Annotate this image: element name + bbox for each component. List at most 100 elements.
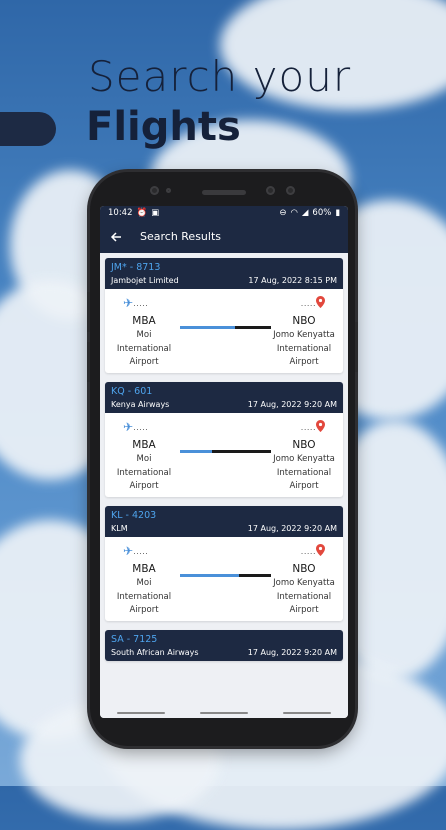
app-bar: Search Results [100,220,348,253]
flight-card-header: SA - 7125 South African Airways 17 Aug, … [105,630,343,661]
nav-home-button[interactable] [199,712,248,714]
nav-back-button[interactable] [282,712,331,714]
alarm-icon: ⏰ [136,208,148,218]
origin-airport-name: International [116,467,172,478]
location-pin-icon [316,543,325,559]
flight-card[interactable]: KL - 4203 KLM 17 Aug, 2022 9:20 AM ✈....… [105,506,343,621]
back-arrow-icon[interactable] [108,229,124,245]
nav-recents-button[interactable] [117,712,166,714]
destination-airport-name: Jomo Kenyatta [273,454,335,464]
destination-code: NBO [292,563,316,575]
battery-icon: ▮ [335,208,340,218]
page-title: Search Results [140,230,222,243]
dots-decoration: ..... [300,422,316,432]
hero-title-line2: Flights [86,104,241,150]
flight-card-header: JM* - 8713 Jambojet Limited 17 Aug, 2022… [105,258,343,289]
destination-airport-name: International [276,343,332,354]
flight-card[interactable]: JM* - 8713 Jambojet Limited 17 Aug, 2022… [105,258,343,373]
origin-code: MBA [132,439,156,451]
flight-card-body: ✈..... MBA Moi International Airport .....… [105,413,343,497]
front-camera-icon [286,186,295,195]
power-button [355,322,358,372]
flight-progress-fill [180,326,235,329]
flight-results-list: JM* - 8713 Jambojet Limited 17 Aug, 2022… [100,253,348,661]
hero-title-line1: Search your [88,52,352,101]
airline-name: South African Airways [111,648,199,657]
origin-airport-name: International [116,343,172,354]
flight-card-body: ✈..... MBA Moi International Airport .....… [105,537,343,621]
phone-top-bezel [90,172,355,206]
airline-name: Jambojet Limited [111,276,179,285]
location-pin-icon [316,419,325,435]
dots-decoration: ..... [133,546,149,556]
flight-code: JM* - 8713 [111,262,161,273]
earpiece-speaker [202,190,246,195]
dots-decoration: ..... [133,298,149,308]
origin-column: ✈..... MBA Moi International Airport [105,537,183,618]
destination-code: NBO [292,315,316,327]
status-bar: 10:42 ⏰ ▣ ⊖ ◠ ◢ 60% ▮ [100,206,348,220]
origin-code: MBA [132,315,156,327]
airline-name: KLM [111,524,128,533]
flight-datetime: 17 Aug, 2022 9:20 AM [247,400,337,409]
battery-percent: 60% [312,208,332,218]
flight-progress-fill [180,574,240,577]
airplane-icon: ✈ [123,544,134,558]
decorative-pill [0,112,56,146]
flight-card-header: KL - 4203 KLM 17 Aug, 2022 9:20 AM [105,506,343,537]
destination-airport-name: Airport [289,605,319,615]
airplane-icon: ✈ [123,420,134,434]
destination-airport-name: International [276,591,332,602]
flight-card-header: KQ - 601 Kenya Airways 17 Aug, 2022 9:20… [105,382,343,413]
volume-button [87,342,90,382]
origin-column: ✈..... MBA Moi International Airport [105,289,183,370]
volume-button [87,292,90,332]
origin-airport-name: Airport [129,481,159,491]
destination-airport-name: Jomo Kenyatta [273,330,335,340]
destination-airport-name: Jomo Kenyatta [273,578,335,588]
flight-datetime: 17 Aug, 2022 9:20 AM [247,648,337,657]
phone-frame: 10:42 ⏰ ▣ ⊖ ◠ ◢ 60% ▮ Search Results JM*… [87,172,358,746]
destination-airport-name: International [276,467,332,478]
location-pin-icon [316,295,325,311]
signal-icon: ◢ [301,208,309,218]
do-not-disturb-icon: ⊖ [279,208,287,218]
dots-decoration: ..... [300,546,316,556]
flight-progress-fill [180,450,212,453]
airplane-icon: ✈ [123,296,134,310]
system-nav-bar [100,708,348,718]
destination-column: ..... NBO Jomo Kenyatta International Airp… [265,289,343,370]
flight-progress-bar [180,574,271,577]
airline-name: Kenya Airways [111,400,170,409]
destination-code: NBO [292,439,316,451]
destination-column: ..... NBO Jomo Kenyatta International Airp… [265,413,343,494]
origin-airport-name: Airport [129,357,159,367]
flight-card-body: ✈..... MBA Moi International Airport .....… [105,289,343,373]
flight-datetime: 17 Aug, 2022 8:15 PM [248,276,337,285]
flight-datetime: 17 Aug, 2022 9:20 AM [247,524,337,533]
flight-code: KL - 4203 [111,510,157,521]
destination-column: ..... NBO Jomo Kenyatta International Airp… [265,537,343,618]
destination-airport-name: Airport [289,357,319,367]
origin-airport-name: Moi [136,578,152,588]
dots-decoration: ..... [300,298,316,308]
destination-airport-name: Airport [289,481,319,491]
dots-decoration: ..... [133,422,149,432]
origin-code: MBA [132,563,156,575]
flight-progress-bar [180,450,271,453]
notification-icon: ▣ [151,208,160,218]
sensor-icon [150,186,159,195]
status-time: 10:42 [108,208,133,218]
flight-card[interactable]: SA - 7125 South African Airways 17 Aug, … [105,630,343,661]
origin-airport-name: Moi [136,454,152,464]
origin-airport-name: Moi [136,330,152,340]
origin-column: ✈..... MBA Moi International Airport [105,413,183,494]
wifi-icon: ◠ [290,208,298,218]
front-camera-icon [266,186,275,195]
origin-airport-name: Airport [129,605,159,615]
flight-progress-bar [180,326,271,329]
flight-code: SA - 7125 [111,634,158,645]
flight-code: KQ - 601 [111,386,153,397]
sensor-icon [166,188,171,193]
flight-card[interactable]: KQ - 601 Kenya Airways 17 Aug, 2022 9:20… [105,382,343,497]
